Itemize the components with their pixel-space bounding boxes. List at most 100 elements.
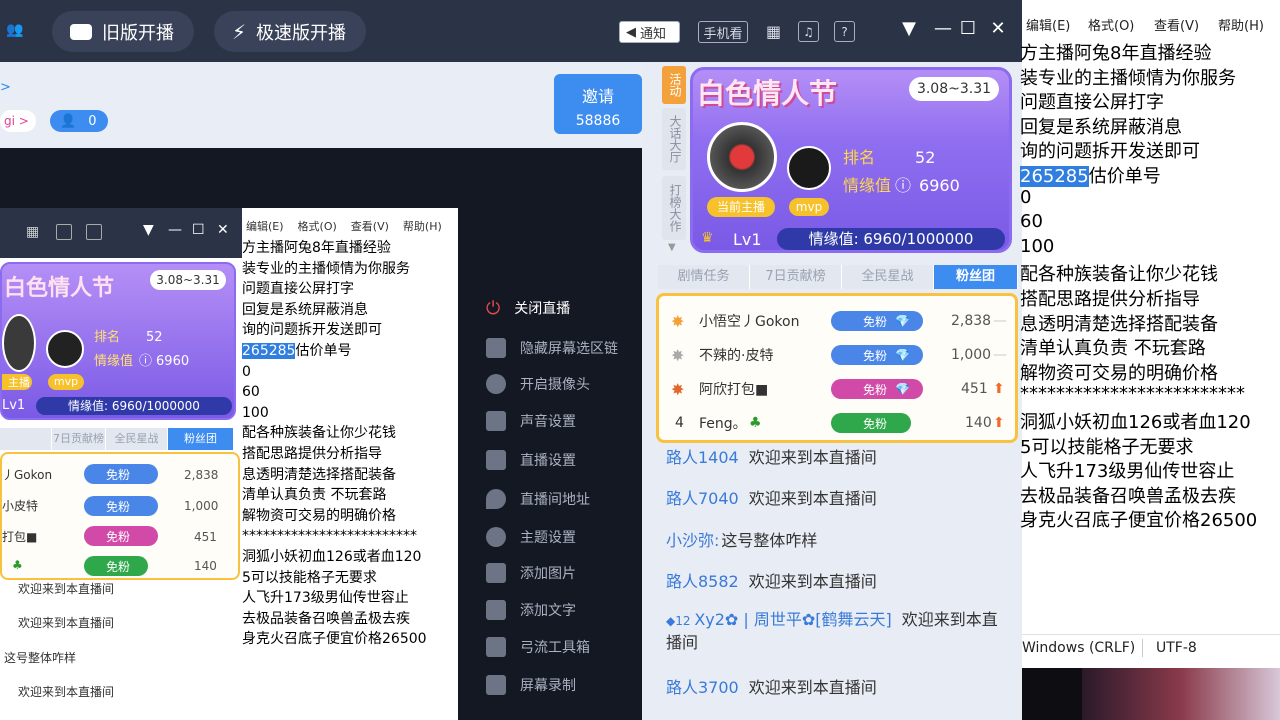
affinity-value: 6960	[919, 176, 960, 195]
notepad-text[interactable]: 方主播阿兔8年直播经验 装专业的主播倾情为你服务 问题直接公屏打字 回复是系统屏…	[1020, 39, 1280, 533]
nested-tab-row: 7日贡献榜 全民星战 粉丝团	[0, 428, 240, 450]
selected-text: 265285	[1020, 166, 1089, 187]
taskbar-corner	[1022, 668, 1280, 720]
level-badge[interactable]: gi >	[0, 110, 36, 132]
menu-sound[interactable]: 声音设置	[486, 409, 576, 433]
text-icon	[486, 600, 506, 620]
fan-row[interactable]: ✸ 不辣的·皮特 免粉 💎 1,000 —	[659, 338, 1015, 372]
fan-badge: 免粉	[831, 413, 911, 433]
menu-room-address[interactable]: 直播间地址	[486, 487, 590, 511]
chevron-down-icon[interactable]: ▼	[668, 242, 676, 253]
sliders-icon	[486, 450, 506, 470]
level-label: Lv1	[733, 230, 762, 249]
user-avatar	[787, 146, 831, 190]
current-host-tag: 当前主播	[707, 197, 775, 217]
top-toolbar: 👥 旧版开播 ⚡ 极速版开播 ◀ 通知 手机看 ▦ ♫ ? ▼ — ☐ ✕	[0, 0, 1022, 62]
host-tag: 主播	[2, 374, 32, 390]
arrow-link[interactable]: >	[0, 80, 11, 95]
bell-icon[interactable]: ♫	[798, 21, 819, 42]
affinity-progress-bar: 情缘值: 6960/1000000	[777, 228, 1005, 250]
tab-star-war[interactable]: 全民星战	[842, 265, 934, 289]
old-broadcast-button[interactable]: 旧版开播	[52, 11, 194, 52]
menu-edit[interactable]: 编辑(E)	[1026, 15, 1070, 34]
dropdown-icon[interactable]: ▼	[898, 18, 920, 39]
vertical-tabs: 活动 大话大厅 打榜大作 ▼	[662, 62, 686, 258]
menu-format[interactable]: 格式(O)	[1088, 15, 1134, 34]
chat-message: 路人8582 欢迎来到本直播间	[666, 572, 877, 591]
tab-story-task[interactable]: 剧情任务	[658, 265, 750, 289]
fan-badge: 免粉 💎	[831, 379, 923, 399]
fast-broadcast-button[interactable]: ⚡ 极速版开播	[214, 11, 367, 52]
online-count-badge[interactable]: 👤 0	[50, 110, 108, 132]
tab-ranking[interactable]: 打榜大作	[662, 176, 686, 240]
tab-7day-rank[interactable]: 7日贡献榜	[750, 265, 842, 289]
menu-help[interactable]: 帮助(H)	[1218, 15, 1264, 34]
menu-add-image[interactable]: 添加图片	[486, 561, 576, 585]
tab-fan-club[interactable]: 粉丝团	[934, 265, 1018, 289]
clover-icon: ♣	[12, 558, 23, 572]
menu-theme[interactable]: 主题设置	[486, 525, 576, 549]
stream-header-area: > gi > 👤 0 邀请 58886	[0, 62, 642, 148]
clover-icon: ♣	[749, 415, 762, 431]
fan-row[interactable]: ✸ 小悟空丿Gokon 免粉 💎 2,838 —	[659, 304, 1015, 338]
fan-row[interactable]: ✸ 阿欣打包■ 免粉 💎 451 ⬆	[659, 372, 1015, 406]
help-button[interactable]: ?	[834, 21, 855, 42]
location-icon	[486, 489, 506, 509]
level-icon: ◆12	[666, 614, 695, 628]
host-avatar	[707, 122, 777, 192]
nested-toolbar: ▦ ▼ — ☐ ✕	[0, 208, 242, 258]
mvp-tag: mvp	[789, 198, 829, 216]
nested-tab-starwar: 全民星战	[106, 428, 168, 450]
nested-chat: 欢迎来到本直播间 欢迎来到本直播间 这号整体咋样 欢迎来到本直播间	[4, 582, 115, 699]
tab-hall[interactable]: 大话大厅	[662, 108, 686, 170]
power-icon: ⏻	[486, 297, 501, 319]
lightning-icon: ⚡	[232, 19, 247, 44]
menu-camera[interactable]: 开启摄像头	[486, 372, 590, 396]
nested-event-card: 白色情人节 3.08~3.31 排名 52 情缘值 ⓘ 6960 mvp 主播 Lv1…	[0, 262, 236, 420]
nested-notepad: 编辑(E) 格式(O) 查看(V) 帮助(H) 方主播阿兔8年直播经验 装专业的主播倾情…	[242, 208, 458, 720]
nested-tab-fans: 粉丝团	[168, 428, 234, 450]
nested-fan-list: 丿Gokon 小皮特 打包■ ♣ 免粉 免粉 免粉 免粉 2,838 1,000…	[0, 452, 240, 580]
dash-icon: —	[993, 347, 1007, 363]
grid-icon[interactable]: ▦	[763, 21, 784, 42]
chat-area: 路人1404 欢迎来到本直播间 路人7040 欢迎来到本直播间 小沙弥: 这号整体咋样…	[642, 443, 1022, 720]
monitor-icon	[486, 338, 506, 358]
menu-close-live[interactable]: ⏻ 关闭直播	[486, 296, 570, 320]
rank-value: 52	[915, 148, 936, 167]
dash-icon: —	[993, 313, 1007, 329]
fan-row[interactable]: 4 Feng。 ♣ 免粉 140 ⬆	[659, 406, 1015, 440]
video-camera-icon	[70, 23, 92, 40]
close-icon[interactable]: ✕	[987, 18, 1009, 39]
fan-badge: 免粉 💎	[831, 311, 923, 331]
chat-message: 小沙弥: 这号整体咋样	[666, 531, 818, 550]
encoding: UTF-8	[1156, 640, 1197, 656]
person-icon: 👤	[60, 113, 77, 129]
maximize-icon[interactable]: ☐	[957, 18, 979, 39]
notice-button[interactable]: ◀ 通知	[619, 21, 680, 43]
info-icon: ⓘ	[895, 176, 912, 195]
chat-message: 路人1404 欢迎来到本直播间	[666, 448, 877, 467]
menu-add-text[interactable]: 添加文字	[486, 598, 576, 622]
help-icon	[86, 224, 102, 240]
nested-notepad-text: 方主播阿兔8年直播经验 装专业的主播倾情为你服务 问题直接公屏打字 回复是系统屏蔽消息…	[242, 240, 427, 648]
palette-icon	[486, 527, 506, 547]
date-badge: 3.08~3.31	[909, 77, 999, 101]
tab-activity[interactable]: 活动	[662, 66, 686, 104]
menu-hide-region[interactable]: 隐藏屏幕选区链	[486, 336, 618, 360]
maximize-icon: ☐	[192, 222, 205, 238]
menu-screen-record[interactable]: 屏幕录制	[486, 673, 576, 697]
gold-medal-icon: ✸	[671, 311, 685, 331]
menu-toolbox[interactable]: 弓流工具箱	[486, 635, 590, 659]
minimize-icon: —	[168, 222, 182, 238]
arrow-up-icon: ⬆	[993, 381, 1005, 397]
users-icon[interactable]: 👥	[6, 22, 26, 40]
chat-message: ◆12 Xy2✿ | 周世平✿[鹤舞云天] 欢迎来到本直播间	[666, 610, 998, 652]
arrow-up-icon: ⬆	[993, 415, 1005, 431]
invite-button[interactable]: 邀请 58886	[554, 74, 642, 134]
affinity-label: 情缘值	[843, 176, 892, 195]
menu-live-settings[interactable]: 直播设置	[486, 448, 576, 472]
menu-view[interactable]: 查看(V)	[1154, 15, 1199, 34]
broadcast-menu: ⏻ 关闭直播 隐藏屏幕选区链 开启摄像头 声音设置 直播设置 直播间地址 主题设置…	[458, 285, 642, 720]
mobile-view-button[interactable]: 手机看	[698, 21, 748, 43]
minimize-icon[interactable]: —	[932, 18, 954, 39]
